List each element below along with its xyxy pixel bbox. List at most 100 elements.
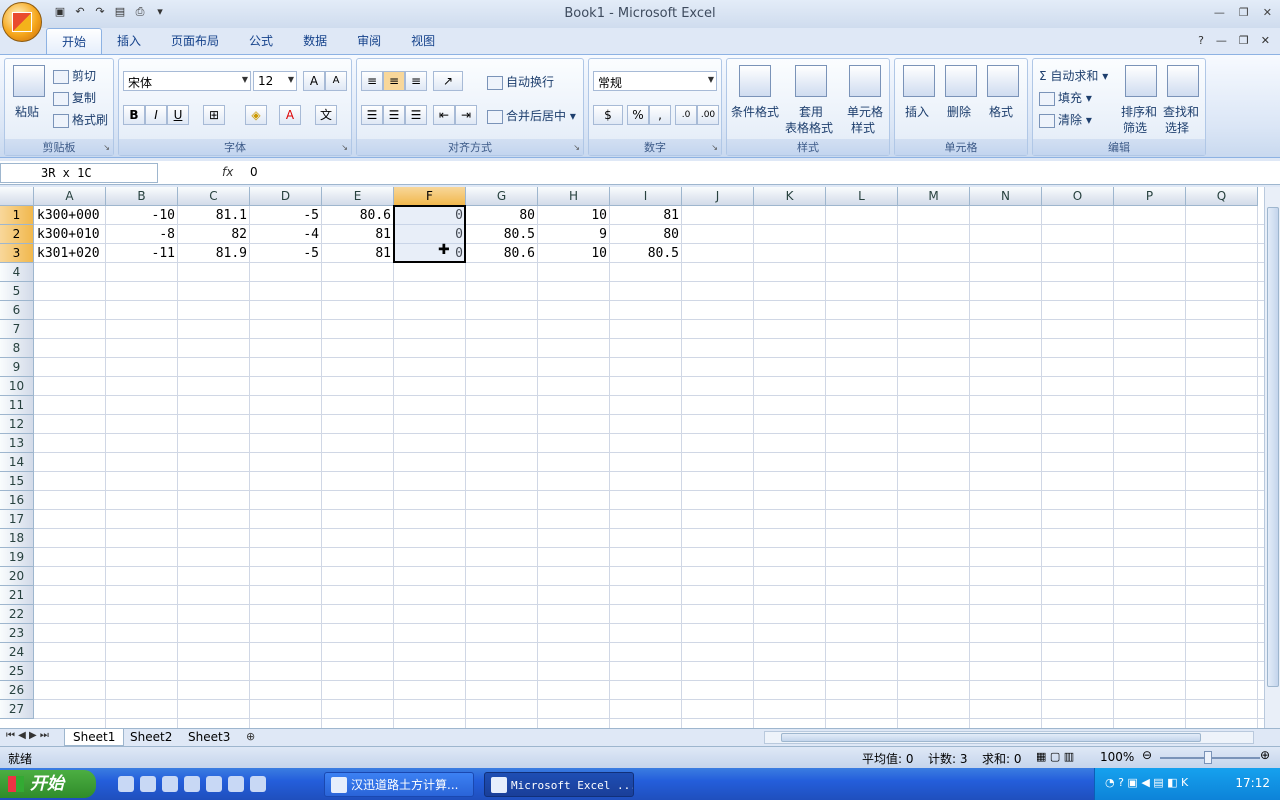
row-header-2[interactable]: 2 <box>0 225 34 244</box>
cell-styles-button-1[interactable]: 单元格 <box>847 103 883 120</box>
decrease-decimal-button[interactable]: .00 <box>697 105 719 125</box>
increase-decimal-button[interactable]: .0 <box>675 105 697 125</box>
sheet-tab-1[interactable]: Sheet1 <box>64 729 125 746</box>
underline-button[interactable]: U <box>167 105 189 125</box>
align-top-button[interactable]: ≡ <box>361 71 383 91</box>
row-header-19[interactable]: 19 <box>0 548 34 567</box>
wrap-text-button[interactable]: 自动换行 <box>487 73 554 90</box>
paste-button[interactable]: 粘贴 <box>15 103 39 120</box>
row-header-22[interactable]: 22 <box>0 605 34 624</box>
number-format-combo[interactable]: 常规 ▼ <box>593 71 717 91</box>
align-middle-button[interactable]: ≡ <box>383 71 405 91</box>
dialog-launcher-icon[interactable]: ↘ <box>711 143 718 152</box>
font-size-combo[interactable]: 12 ▼ <box>253 71 297 91</box>
quick-launch-icon-1[interactable] <box>118 776 134 792</box>
conditional-format-icon[interactable] <box>739 65 771 97</box>
zoom-out-icon[interactable]: ⊖ <box>1142 748 1152 762</box>
column-header-o[interactable]: O <box>1042 187 1114 206</box>
row-header-5[interactable]: 5 <box>0 282 34 301</box>
vertical-scroll-thumb[interactable] <box>1267 207 1279 687</box>
doc-close-icon[interactable]: ✕ <box>1261 34 1270 47</box>
tab-data[interactable]: 数据 <box>288 28 342 54</box>
copy-button[interactable]: 复制 <box>53 89 96 106</box>
column-header-b[interactable]: B <box>106 187 178 206</box>
formula-input[interactable]: 0 <box>250 165 258 179</box>
column-header-j[interactable]: J <box>682 187 754 206</box>
cell-a3[interactable]: k301+020 <box>34 244 106 263</box>
align-right-button[interactable]: ☰ <box>405 105 427 125</box>
ie-icon[interactable] <box>228 776 244 792</box>
row-header-4[interactable]: 4 <box>0 263 34 282</box>
select-all-corner[interactable] <box>0 187 34 206</box>
cell-d1[interactable]: -5 <box>250 206 322 225</box>
start-button[interactable]: 开始 <box>0 770 96 798</box>
cell-e2[interactable]: 81 <box>322 225 394 244</box>
row-header-20[interactable]: 20 <box>0 567 34 586</box>
row-header-15[interactable]: 15 <box>0 472 34 491</box>
name-box[interactable]: 3R x 1C <box>0 163 158 183</box>
insert-cells-icon[interactable] <box>903 65 935 97</box>
row-header-12[interactable]: 12 <box>0 415 34 434</box>
minimize-icon[interactable]: — <box>1214 6 1225 19</box>
dialog-launcher-icon[interactable]: ↘ <box>341 143 348 152</box>
row-header-25[interactable]: 25 <box>0 662 34 681</box>
row-header-11[interactable]: 11 <box>0 396 34 415</box>
fill-button[interactable]: 填充 ▾ <box>1039 89 1092 106</box>
increase-indent-button[interactable]: ⇥ <box>455 105 477 125</box>
tab-page-layout[interactable]: 页面布局 <box>156 28 234 54</box>
autosum-button[interactable]: Σ 自动求和 ▾ <box>1039 67 1108 84</box>
decrease-indent-button[interactable]: ⇤ <box>433 105 455 125</box>
cell-styles-icon[interactable] <box>849 65 881 97</box>
column-header-l[interactable]: L <box>826 187 898 206</box>
row-header-10[interactable]: 10 <box>0 377 34 396</box>
vertical-scrollbar[interactable] <box>1264 187 1280 728</box>
column-header-k[interactable]: K <box>754 187 826 206</box>
taskbar-item-road-calc[interactable]: 汉迅道路土方计算... <box>324 772 474 797</box>
horizontal-scrollbar[interactable] <box>764 731 1254 744</box>
cell-b1[interactable]: -10 <box>106 206 178 225</box>
column-header-p[interactable]: P <box>1114 187 1186 206</box>
format-cells-icon[interactable] <box>987 65 1019 97</box>
quick-launch-icon-2[interactable] <box>140 776 156 792</box>
quick-launch-icon-7[interactable] <box>250 776 266 792</box>
zoom-slider-handle[interactable] <box>1204 751 1212 764</box>
row-header-7[interactable]: 7 <box>0 320 34 339</box>
sort-filter-button-2[interactable]: 筛选 <box>1123 119 1147 136</box>
font-name-combo[interactable]: 宋体 ▼ <box>123 71 251 91</box>
italic-button[interactable]: I <box>145 105 167 125</box>
column-header-h[interactable]: H <box>538 187 610 206</box>
close-icon[interactable]: ✕ <box>1263 6 1272 19</box>
cut-button[interactable]: 剪切 <box>53 67 96 84</box>
column-header-q[interactable]: Q <box>1186 187 1258 206</box>
cell-i2[interactable]: 80 <box>610 225 682 244</box>
row-header-18[interactable]: 18 <box>0 529 34 548</box>
format-as-table-button-2[interactable]: 表格格式 <box>785 119 833 136</box>
sort-filter-button-1[interactable]: 排序和 <box>1121 103 1157 120</box>
zoom-level[interactable]: 100% <box>1100 750 1134 764</box>
row-header-13[interactable]: 13 <box>0 434 34 453</box>
office-button[interactable] <box>2 2 42 42</box>
doc-minimize-icon[interactable]: — <box>1216 34 1227 47</box>
column-header-n[interactable]: N <box>970 187 1042 206</box>
view-buttons-icon[interactable]: ▦ ▢ ▥ <box>1036 750 1074 763</box>
sort-filter-icon[interactable] <box>1125 65 1157 97</box>
bold-button[interactable]: B <box>123 105 145 125</box>
cell-d3[interactable]: -5 <box>250 244 322 263</box>
row-header-24[interactable]: 24 <box>0 643 34 662</box>
cell-i3[interactable]: 80.5 <box>610 244 682 263</box>
cell-styles-button-2[interactable]: 样式 <box>851 119 875 136</box>
help-icon[interactable]: ? <box>1198 34 1204 47</box>
row-header-27[interactable]: 27 <box>0 700 34 719</box>
merge-center-button[interactable]: 合并后居中 ▾ <box>487 107 576 124</box>
insert-sheet-icon[interactable]: ⊕ <box>246 730 255 743</box>
taskbar-item-excel[interactable]: Microsoft Excel ... <box>484 772 634 797</box>
border-button[interactable]: ⊞ <box>203 105 225 125</box>
align-center-button[interactable]: ☰ <box>383 105 405 125</box>
quick-launch-icon-5[interactable] <box>206 776 222 792</box>
comma-button[interactable]: , <box>649 105 671 125</box>
row-header-23[interactable]: 23 <box>0 624 34 643</box>
column-header-g[interactable]: G <box>466 187 538 206</box>
accounting-format-button[interactable]: $ <box>593 105 623 125</box>
dialog-launcher-icon[interactable]: ↘ <box>573 143 580 152</box>
cell-b3[interactable]: -11 <box>106 244 178 263</box>
